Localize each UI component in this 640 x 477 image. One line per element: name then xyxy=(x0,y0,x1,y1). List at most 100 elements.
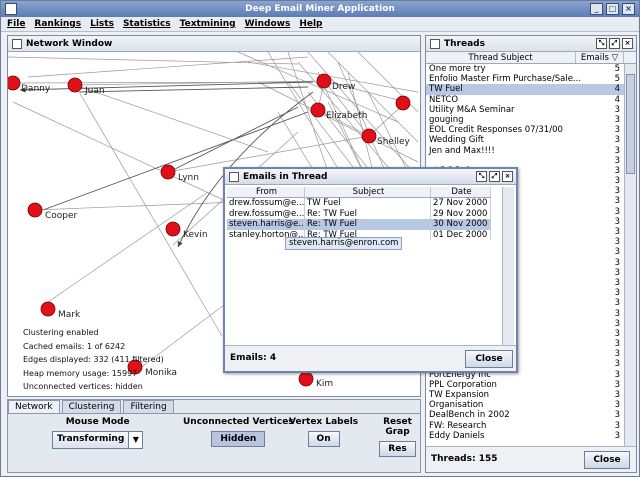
tab-network[interactable]: Network xyxy=(8,400,60,413)
email-from: drew.fossum@e... xyxy=(229,198,305,209)
node-drew[interactable] xyxy=(316,73,332,89)
node-elizabeth[interactable] xyxy=(310,102,326,118)
mouse-mode-select[interactable]: Transforming ▼ xyxy=(52,431,144,449)
thread-email-count: 3 xyxy=(614,114,620,125)
tab-clustering[interactable]: Clustering xyxy=(61,400,122,413)
dialog-scrollbar[interactable] xyxy=(502,187,514,347)
table-row[interactable]: drew.fossum@e... TW Fuel 27 Nov 2000 xyxy=(227,198,491,209)
menu-rankings[interactable]: Rankings xyxy=(34,17,81,31)
table-row[interactable]: Wedding Gift 3 xyxy=(426,135,624,145)
close-icon[interactable]: × xyxy=(502,171,513,182)
network-stats: Clustering enabled Cached emails: 1 of 6… xyxy=(23,326,164,394)
table-row[interactable]: Organisation 3 xyxy=(426,400,624,410)
thread-subject: Jen and Max!!!! xyxy=(429,145,495,156)
threads-scrollbar[interactable] xyxy=(624,64,636,464)
dialog-titlebar[interactable]: Emails in Thread ⤡ ⤢ × xyxy=(225,169,516,185)
network-window-titlebar[interactable]: Network Window xyxy=(8,36,420,52)
thread-email-count: 3 xyxy=(614,339,620,350)
node-danny[interactable] xyxy=(8,75,21,91)
reset-button[interactable]: Res xyxy=(379,441,416,457)
emails-dialog: Emails in Thread ⤡ ⤢ × From Subject Date… xyxy=(223,167,518,373)
close-icon[interactable]: × xyxy=(622,38,633,49)
restore-icon[interactable]: ⤡ xyxy=(596,38,607,49)
node-shelley[interactable] xyxy=(361,128,377,144)
threads-header: Thread Subject Emails ▽ xyxy=(426,52,636,64)
table-row[interactable]: EOL Credit Responses 07/31/00 3 xyxy=(426,125,624,135)
vertex-labels-label: Vertex Labels xyxy=(289,417,359,427)
table-row[interactable]: TW Expansion 3 xyxy=(426,390,624,400)
table-row[interactable]: gouging 3 xyxy=(426,115,624,125)
thread-email-count: 3 xyxy=(614,359,620,370)
table-row[interactable]: Enfolio Master Firm Purchase/Sale... 5 xyxy=(426,74,624,84)
table-row[interactable]: Jen and Max!!!! 3 xyxy=(426,146,624,156)
maximize-icon[interactable]: □ xyxy=(606,3,619,15)
node-kevin[interactable] xyxy=(165,221,181,237)
threads-close-button[interactable]: Close xyxy=(584,451,630,469)
minimize-icon[interactable]: _ xyxy=(590,3,603,15)
thread-subject: Utility M&A Seminar xyxy=(429,104,515,115)
chevron-down-icon[interactable]: ▼ xyxy=(128,432,142,448)
stat-cached: Cached emails: 1 of 6242 xyxy=(23,341,126,351)
menu-statistics[interactable]: Statistics xyxy=(123,17,171,31)
node-mark[interactable] xyxy=(40,301,56,317)
thread-email-count: 3 xyxy=(614,145,620,156)
title-bar[interactable]: Deep Email Miner Application _ □ × xyxy=(1,1,639,17)
col-thread-subject[interactable]: Thread Subject xyxy=(426,52,576,63)
node-extra[interactable] xyxy=(395,95,411,111)
thread-email-count: 3 xyxy=(614,125,620,136)
node-juan[interactable] xyxy=(67,77,83,93)
node-kim[interactable] xyxy=(298,371,314,387)
thread-email-count: 3 xyxy=(614,298,620,309)
tab-filtering[interactable]: Filtering xyxy=(123,400,174,413)
email-tooltip: steven.harris@enron.com xyxy=(285,237,403,250)
scroll-thumb[interactable] xyxy=(626,74,635,174)
maximize-icon[interactable]: ⤢ xyxy=(489,171,500,182)
maximize-icon[interactable]: ⤢ xyxy=(609,38,620,49)
table-row[interactable]: 3 xyxy=(426,156,624,166)
menu-windows[interactable]: Windows xyxy=(245,17,291,31)
reset-label: Reset Grap xyxy=(383,417,412,437)
node-cooper[interactable] xyxy=(27,202,43,218)
threads-titlebar[interactable]: Threads ⤡ ⤢ × xyxy=(426,36,636,52)
app-icon xyxy=(5,3,17,15)
close-icon[interactable]: × xyxy=(622,3,635,15)
app-title: Deep Email Miner Application xyxy=(245,4,395,14)
table-row[interactable]: Eddy Daniels 3 xyxy=(426,431,624,441)
thread-email-count: 4 xyxy=(614,84,620,95)
col-emails[interactable]: Emails ▽ xyxy=(576,52,624,63)
menu-help[interactable]: Help xyxy=(299,17,322,31)
thread-email-count: 3 xyxy=(614,104,620,115)
threads-count: Threads: 155 xyxy=(431,454,498,464)
reset-group: Reset Grap Res xyxy=(375,417,420,457)
menu-lists[interactable]: Lists xyxy=(90,17,114,31)
thread-email-count: 3 xyxy=(614,288,620,299)
menu-textmining[interactable]: Textmining xyxy=(180,17,236,31)
table-row[interactable]: Utility M&A Seminar 3 xyxy=(426,105,624,115)
mouse-mode-group: Mouse Mode Transforming ▼ xyxy=(52,417,144,449)
col-date[interactable]: Date xyxy=(431,187,491,197)
menu-file[interactable]: File xyxy=(7,17,25,31)
table-row[interactable]: NETCO 4 xyxy=(426,95,624,105)
thread-email-count: 3 xyxy=(614,165,620,176)
col-from[interactable]: From xyxy=(227,187,305,197)
table-row[interactable]: One more try 5 xyxy=(426,64,624,74)
label-drew: Drew xyxy=(332,82,355,92)
table-row[interactable]: PPL Corporation 3 xyxy=(426,380,624,390)
control-panel: Network Clustering Filtering Mouse Mode … xyxy=(7,399,421,473)
vertex-labels-toggle[interactable]: On xyxy=(307,431,340,447)
table-row[interactable]: FW: Research 3 xyxy=(426,421,624,431)
col-subject[interactable]: Subject xyxy=(305,187,431,197)
restore-icon[interactable]: ⤡ xyxy=(476,171,487,182)
label-mark: Mark xyxy=(58,310,81,320)
stat-clustering: Clustering enabled xyxy=(23,328,99,337)
unconnected-toggle[interactable]: Hidden xyxy=(211,431,266,447)
table-row[interactable]: DealBench in 2002 3 xyxy=(426,410,624,420)
thread-subject: EOL Credit Responses 07/31/00 xyxy=(429,125,563,136)
label-lynn: Lynn xyxy=(178,173,199,183)
node-lynn[interactable] xyxy=(160,164,176,180)
table-row[interactable]: steven.harris@e... Re: TW Fuel 30 Nov 2000 xyxy=(227,219,491,230)
dialog-close-button[interactable]: Close xyxy=(465,350,513,368)
table-row[interactable]: drew.fossum@e... Re: TW Fuel 29 Nov 2000 xyxy=(227,208,491,219)
table-row[interactable]: TW Fuel 4 xyxy=(426,84,624,95)
email-date: 27 Nov 2000 xyxy=(431,198,491,209)
